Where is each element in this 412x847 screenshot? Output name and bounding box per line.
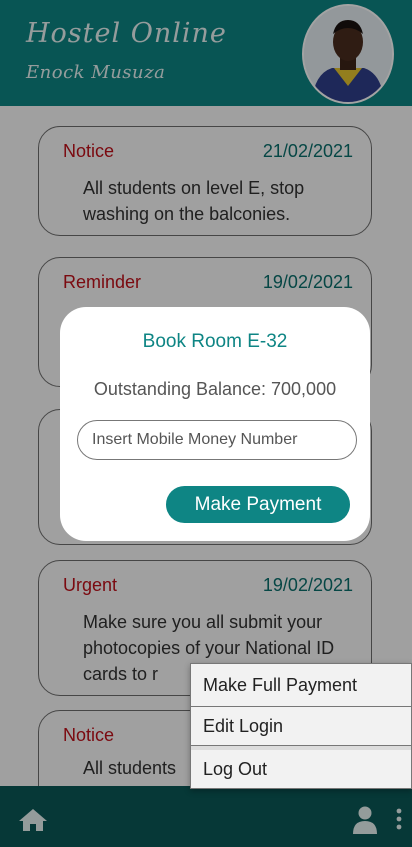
overflow-menu: Make Full Payment Edit Login Log Out — [190, 663, 412, 789]
menu-item-log-out[interactable]: Log Out — [190, 750, 412, 789]
payment-dialog: Book Room E-32 Outstanding Balance: 700,… — [60, 307, 370, 541]
menu-item-make-full-payment[interactable]: Make Full Payment — [190, 663, 412, 707]
menu-item-edit-login[interactable]: Edit Login — [190, 707, 412, 746]
dialog-title: Book Room E-32 — [142, 331, 288, 352]
mobile-money-number-input[interactable] — [77, 420, 357, 460]
outstanding-balance: Outstanding Balance: 700,000 — [93, 379, 337, 399]
make-payment-button[interactable]: Make Payment — [166, 486, 350, 523]
